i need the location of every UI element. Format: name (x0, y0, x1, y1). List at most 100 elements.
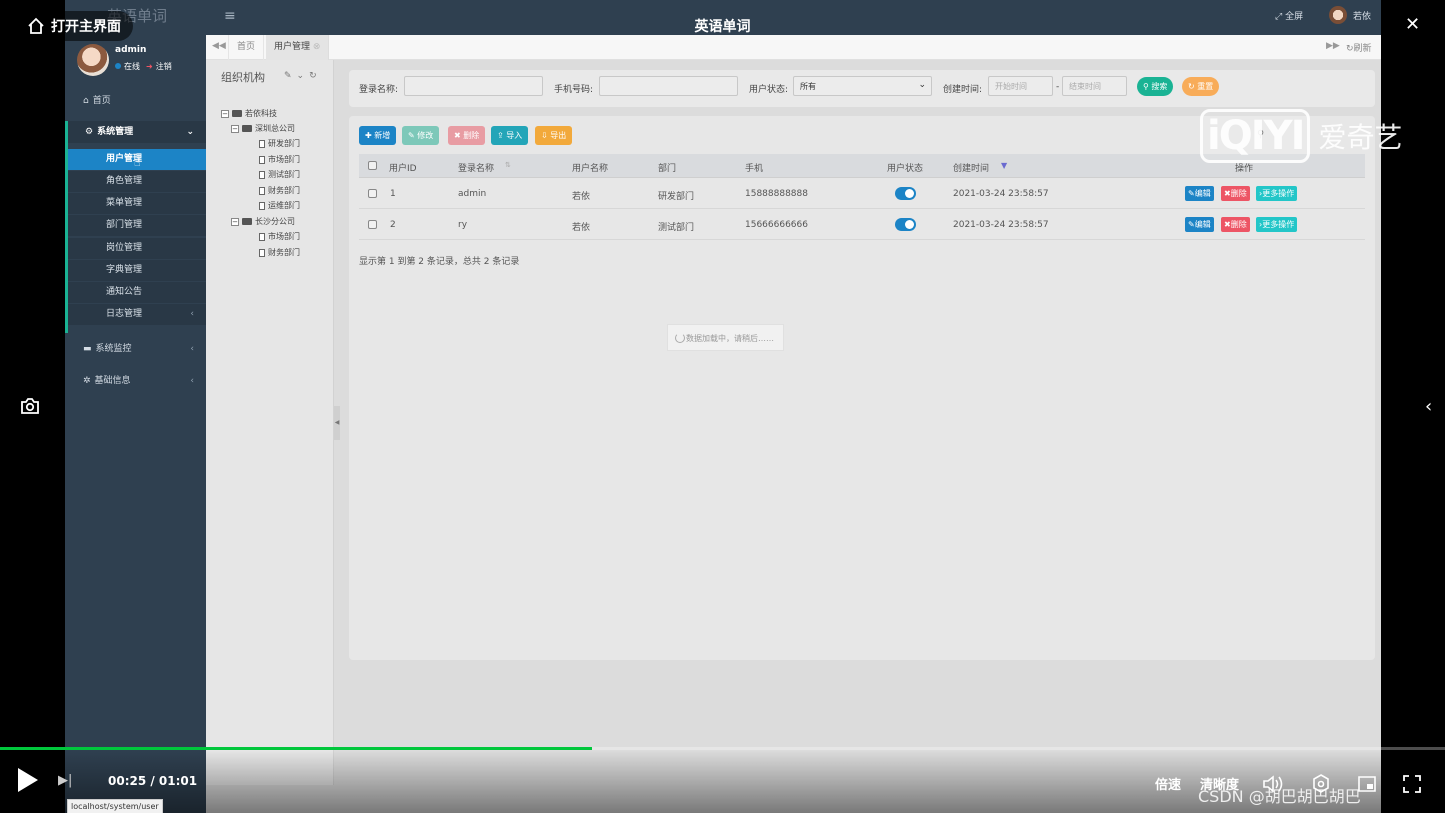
sidebar-item-roles[interactable]: 角色管理 (68, 171, 206, 192)
logout-link[interactable]: ➜ 注销 (146, 61, 172, 72)
time-display: 00:25 / 01:01 (108, 774, 198, 788)
tree-node-dept[interactable]: 运维部门 (259, 200, 300, 211)
end-time-input[interactable]: 结束时间 (1062, 76, 1127, 96)
col-user-id[interactable]: 用户ID (389, 161, 417, 174)
tree-node-dept[interactable]: 财务部门 (259, 247, 300, 258)
file-icon (259, 170, 265, 179)
player-title: 英语单词 (694, 19, 751, 35)
tree-node-branch[interactable]: − 长沙分公司 (231, 216, 295, 227)
export-button[interactable]: ⇩ 导出 (535, 126, 573, 145)
sidebar-item-menus[interactable]: 菜单管理 (68, 193, 206, 214)
start-time-input[interactable]: 开始时间 (988, 76, 1053, 96)
tab-scroll-left-icon[interactable]: ◀◀ (212, 41, 226, 51)
status-select[interactable]: 所有 ⌄ (793, 76, 932, 96)
add-button[interactable]: ✚ 新增 (359, 126, 397, 145)
row-checkbox[interactable] (368, 220, 377, 229)
table-row[interactable]: 1 admin 若依 研发部门 15888888888 2021-03-24 2… (359, 179, 1365, 209)
watermark-text: 爱奇艺 (1318, 121, 1403, 154)
select-all-checkbox[interactable] (368, 161, 377, 170)
tree-node-dept[interactable]: 测试部门 (259, 169, 300, 180)
tab-users[interactable]: 用户管理 ⊗ (266, 35, 330, 60)
status-toggle[interactable] (895, 187, 916, 200)
phone-input[interactable] (599, 76, 738, 96)
online-status: 在线 (115, 61, 140, 72)
collapse-icon[interactable]: − (221, 109, 229, 118)
sort-desc-icon[interactable]: ▼ (1001, 161, 1007, 170)
sidebar-item-depts[interactable]: 部门管理 (68, 215, 206, 236)
sidebar-item-notice[interactable]: 通知公告 (68, 282, 206, 303)
fullscreen-icon[interactable] (1402, 774, 1422, 798)
tab-close-icon[interactable]: ⊗ (313, 42, 321, 52)
reset-button[interactable]: ↻ 重置 (1182, 77, 1220, 96)
collapse-icon[interactable]: − (231, 217, 239, 226)
cell-created: 2021-03-24 23:58:57 (953, 189, 1049, 199)
watermark-logo: iQIYI (1200, 109, 1311, 163)
file-icon (259, 139, 265, 148)
row-checkbox[interactable] (368, 189, 377, 198)
tree-node-root[interactable]: − 若依科技 (221, 108, 277, 119)
nav-monitor[interactable]: ▬ 系统监控 ‹ (65, 338, 206, 360)
tree-node-dept[interactable]: 研发部门 (259, 138, 300, 149)
col-status[interactable]: 用户状态 (887, 161, 923, 174)
edit-icon[interactable]: ✎ (284, 71, 297, 81)
row-more-button[interactable]: ›更多操作 (1256, 186, 1298, 201)
row-edit-button[interactable]: ✎编辑 (1185, 217, 1214, 232)
next-icon[interactable]: ▶| (58, 773, 72, 788)
speed-button[interactable]: 倍速 (1155, 774, 1181, 793)
nav-home[interactable]: ⌂ 首页 (65, 90, 206, 112)
progress-fill (0, 747, 593, 750)
row-delete-button[interactable]: ✖删除 (1221, 186, 1250, 201)
main-content: 组织机构 ✎⌄↻ − 若依科技 − 深圳总公司 研发部门 市场部门 测试部门 财务部… (206, 60, 1381, 813)
col-phone[interactable]: 手机 (745, 161, 763, 174)
nav-basic[interactable]: ✲ 基础信息 ‹ (65, 370, 206, 392)
delete-button[interactable]: ✖ 删除 (448, 126, 486, 145)
edit-icon: ✎ (408, 131, 418, 140)
panel-splitter[interactable]: ◀ (334, 406, 340, 440)
status-toggle[interactable] (895, 218, 916, 231)
edit-icon: ✎ (1188, 189, 1195, 198)
play-icon[interactable] (18, 768, 38, 792)
file-icon (259, 248, 265, 257)
user-table-panel: ✚ 新增 ✎ 修改 ✖ 删除 ⇪ 导入 ⇩ 导出 ⚲ 用户ID 登录名称 ⇅ 用… (349, 116, 1375, 660)
table-row[interactable]: 2 ry 若依 测试部门 15666666666 2021-03-24 23:5… (359, 210, 1365, 240)
col-login-name[interactable]: 登录名称 (458, 161, 494, 174)
sidebar-item-logs[interactable]: 日志管理 ‹ (68, 304, 206, 325)
folder-icon (242, 125, 252, 132)
side-panel-chevron-icon[interactable]: ‹ (1425, 396, 1432, 417)
refresh-button[interactable]: ↻刷新 (1346, 41, 1372, 54)
cell-phone: 15666666666 (745, 220, 808, 230)
row-edit-button[interactable]: ✎编辑 (1185, 186, 1214, 201)
tree-node-branch[interactable]: − 深圳总公司 (231, 123, 295, 134)
sidebar-username: admin (115, 45, 147, 55)
search-button[interactable]: ⚲ 搜索 (1137, 77, 1174, 96)
sidebar-item-users[interactable]: 用户管理 ☝ (68, 149, 206, 170)
tree-node-dept[interactable]: 市场部门 (259, 154, 300, 165)
tree-node-dept[interactable]: 财务部门 (259, 185, 300, 196)
tab-scroll-right-icon[interactable]: ▶▶ (1326, 41, 1340, 51)
col-dept[interactable]: 部门 (658, 161, 676, 174)
nav-system[interactable]: ⚙ 系统管理 ⌄ (65, 121, 206, 143)
tab-home[interactable]: 首页 (228, 35, 265, 60)
user-avatar (77, 44, 109, 76)
row-more-button[interactable]: ›更多操作 (1256, 217, 1298, 232)
refresh-icon[interactable]: ↻ (309, 71, 322, 81)
sidebar-item-posts[interactable]: 岗位管理 (68, 238, 206, 259)
close-icon[interactable]: ✕ (1405, 14, 1420, 35)
file-icon (259, 186, 265, 195)
sort-icon[interactable]: ⇅ (505, 161, 511, 169)
download-icon: ⇩ (541, 131, 551, 140)
row-delete-button[interactable]: ✖删除 (1221, 217, 1250, 232)
login-name-input[interactable] (404, 76, 543, 96)
import-button[interactable]: ⇪ 导入 (491, 126, 529, 145)
sidebar-item-dict[interactable]: 字典管理 (68, 260, 206, 281)
edit-button[interactable]: ✎ 修改 (402, 126, 440, 145)
collapse-icon[interactable]: − (231, 124, 239, 133)
open-main-button[interactable]: 打开主界面 (15, 11, 133, 41)
logout-icon: ➜ (146, 62, 153, 71)
screenshot-camera-icon[interactable] (20, 397, 40, 418)
col-user-name[interactable]: 用户名称 (572, 161, 608, 174)
tree-node-dept[interactable]: 市场部门 (259, 231, 300, 242)
chevron-down-icon[interactable]: ⌄ (297, 71, 310, 81)
tab-bar: ◀◀ 首页 用户管理 ⊗ ▶▶ ↻刷新 (206, 35, 1381, 60)
col-created[interactable]: 创建时间 (953, 161, 989, 174)
